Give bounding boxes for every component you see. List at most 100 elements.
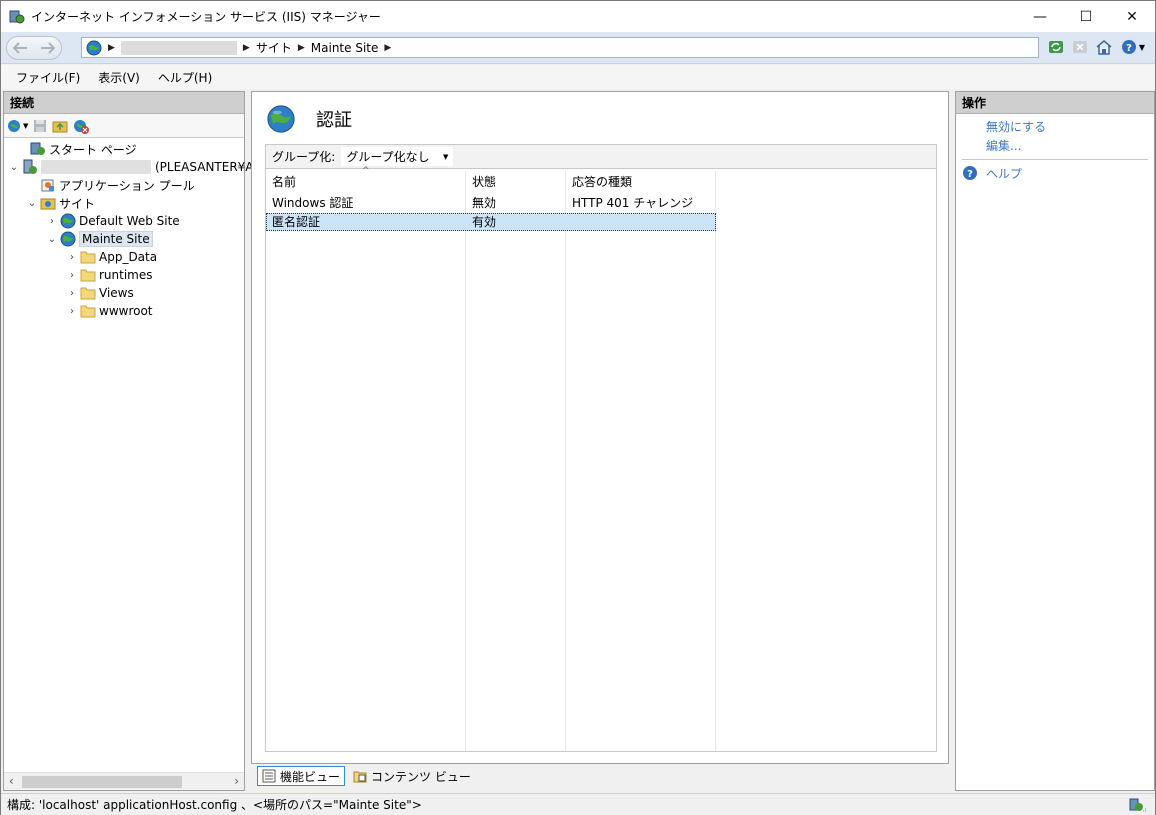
tree-horizontal-scrollbar[interactable]: ‹ › [4, 772, 244, 790]
tab-content-view[interactable]: コンテンツ ビュー [349, 766, 475, 786]
address-bar: ▶ ▶ サイト ▶ Mainte Site ▶ ? ▼ [1, 32, 1155, 64]
action-disable[interactable]: 無効にする [956, 118, 1154, 137]
auth-list: グループ化: グループ化なし ▼ ^ 名前 状態 応答の種類 Windows 認… [265, 144, 937, 752]
menu-bar: ファイル(F) 表示(V) ヘルプ(H) [1, 65, 1155, 89]
scroll-left-icon[interactable]: ‹ [9, 774, 14, 788]
folder-icon [80, 267, 96, 283]
tree-item-start-page[interactable]: スタート ページ [16, 140, 137, 158]
globe-icon [86, 40, 102, 55]
expand-chevron-icon[interactable]: › [46, 216, 58, 227]
globe-icon [60, 231, 76, 247]
expand-chevron-icon[interactable]: › [66, 252, 78, 263]
breadcrumb-mainte-site[interactable]: Mainte Site [311, 41, 379, 55]
help-menu-button[interactable]: ? ▼ [1119, 38, 1147, 56]
start-page-icon [30, 141, 46, 157]
home-button[interactable] [1095, 38, 1113, 56]
globe-icon [60, 213, 76, 229]
features-view-icon [262, 769, 276, 783]
help-icon: ? [1121, 40, 1136, 54]
server-icon [22, 159, 38, 175]
menu-file[interactable]: ファイル(F) [7, 69, 89, 86]
collapse-chevron-icon[interactable]: ⌄ [26, 198, 38, 209]
svg-text:?: ? [967, 169, 973, 180]
disconnect-icon[interactable] [72, 118, 90, 134]
column-header-response-type[interactable]: 応答の種類 [566, 171, 632, 193]
dropdown-arrow-icon: ▼ [442, 152, 449, 161]
connections-toolbar: ▼ [4, 114, 244, 138]
group-by-select[interactable]: グループ化なし ▼ [341, 147, 454, 166]
refresh-icon [1049, 41, 1063, 53]
table-row[interactable]: 匿名認証 有効 [266, 213, 716, 231]
stop-icon [1073, 41, 1087, 53]
back-arrow-icon [12, 42, 27, 54]
server-status-icon [1129, 798, 1146, 812]
tree-item-app-pools[interactable]: アプリケーション プール [26, 176, 195, 194]
connections-tree: スタート ページ ⌄ (PLEASANTER¥A アプリケーション プール ⌄ … [4, 138, 254, 766]
tree-item-views[interactable]: › Views [66, 284, 134, 302]
dropdown-arrow-icon: ▼ [23, 121, 29, 130]
tree-item-sites[interactable]: ⌄ サイト [26, 194, 95, 212]
globe-icon [267, 105, 295, 133]
status-bar: 構成: 'localhost' applicationHost.config 、… [1, 793, 1155, 815]
minimize-button[interactable]: — [1017, 1, 1063, 32]
crumb-separator[interactable]: ▶ [384, 43, 391, 53]
tree-item-mainte-site[interactable]: ⌄ Mainte Site [46, 230, 153, 248]
scrollbar-thumb[interactable] [22, 776, 182, 788]
connect-button[interactable]: ▼ [7, 118, 28, 134]
connections-header: 接続 [4, 92, 244, 114]
collapse-chevron-icon[interactable]: ⌄ [46, 234, 58, 245]
view-tabs: 機能ビュー コンテンツ ビュー [257, 766, 475, 786]
expand-chevron-icon[interactable]: › [66, 270, 78, 281]
collapse-chevron-icon[interactable]: ⌄ [8, 162, 20, 173]
iis-app-icon [9, 10, 25, 23]
column-header-status[interactable]: 状態 [466, 171, 496, 193]
address-path[interactable]: ▶ ▶ サイト ▶ Mainte Site ▶ [81, 37, 1039, 58]
table-row[interactable]: Windows 認証 無効 HTTP 401 チャレンジ [266, 194, 716, 212]
action-help[interactable]: ? ヘルプ [956, 163, 1154, 183]
action-edit[interactable]: 編集... [956, 137, 1154, 156]
folder-icon [80, 285, 96, 301]
stop-button[interactable] [1071, 38, 1089, 56]
forward-button[interactable] [35, 36, 61, 60]
crumb-separator: ▶ [108, 42, 115, 53]
tree-item-server[interactable]: ⌄ (PLEASANTER¥A [8, 158, 254, 176]
window-title: インターネット インフォメーション サービス (IIS) マネージャー [31, 10, 381, 24]
forward-arrow-icon [41, 42, 56, 54]
app-pool-icon [40, 177, 56, 193]
scroll-right-icon[interactable]: › [234, 774, 239, 788]
tree-item-app-data[interactable]: › App_Data [66, 248, 157, 266]
feature-panel: 認証 グループ化: グループ化なし ▼ ^ 名前 状態 応答の種類 Window… [251, 91, 949, 764]
close-button[interactable]: ✕ [1109, 1, 1155, 32]
tree-item-default-web-site[interactable]: › Default Web Site [46, 212, 180, 230]
actions-panel: 操作 無効にする 編集... ? ヘルプ [955, 91, 1155, 791]
save-icon[interactable] [32, 118, 48, 134]
help-icon: ? [963, 166, 977, 180]
tab-features-view[interactable]: 機能ビュー [257, 766, 346, 786]
tree-item-wwwroot[interactable]: › wwwroot [66, 302, 153, 320]
up-folder-icon[interactable] [52, 118, 68, 134]
redacted-server-name [41, 160, 151, 174]
menu-view[interactable]: 表示(V) [89, 69, 149, 86]
content-view-icon [353, 771, 367, 783]
redacted-server-name [120, 40, 237, 55]
status-text: 構成: 'localhost' applicationHost.config 、… [7, 798, 422, 812]
feature-header: 認証 [266, 104, 352, 134]
column-header-name[interactable]: 名前 [266, 171, 296, 193]
title-bar: インターネット インフォメーション サービス (IIS) マネージャー — ☐ … [1, 1, 1155, 32]
expand-chevron-icon[interactable]: › [66, 306, 78, 317]
folder-icon [80, 249, 96, 265]
connect-globe-icon [8, 119, 20, 132]
refresh-button[interactable] [1047, 38, 1065, 56]
menu-help[interactable]: ヘルプ(H) [149, 69, 221, 86]
expand-chevron-icon[interactable]: › [66, 288, 78, 299]
tree-item-runtimes[interactable]: › runtimes [66, 266, 153, 284]
breadcrumb-sites[interactable]: サイト [256, 39, 292, 56]
group-by-label: グループ化: [272, 150, 336, 164]
crumb-separator: ▶ [242, 42, 250, 53]
actions-header: 操作 [956, 92, 1154, 114]
sites-folder-icon [40, 195, 56, 211]
back-button[interactable] [7, 36, 33, 60]
page-title: 認証 [316, 110, 352, 131]
maximize-button[interactable]: ☐ [1063, 1, 1109, 32]
folder-icon [80, 303, 96, 319]
